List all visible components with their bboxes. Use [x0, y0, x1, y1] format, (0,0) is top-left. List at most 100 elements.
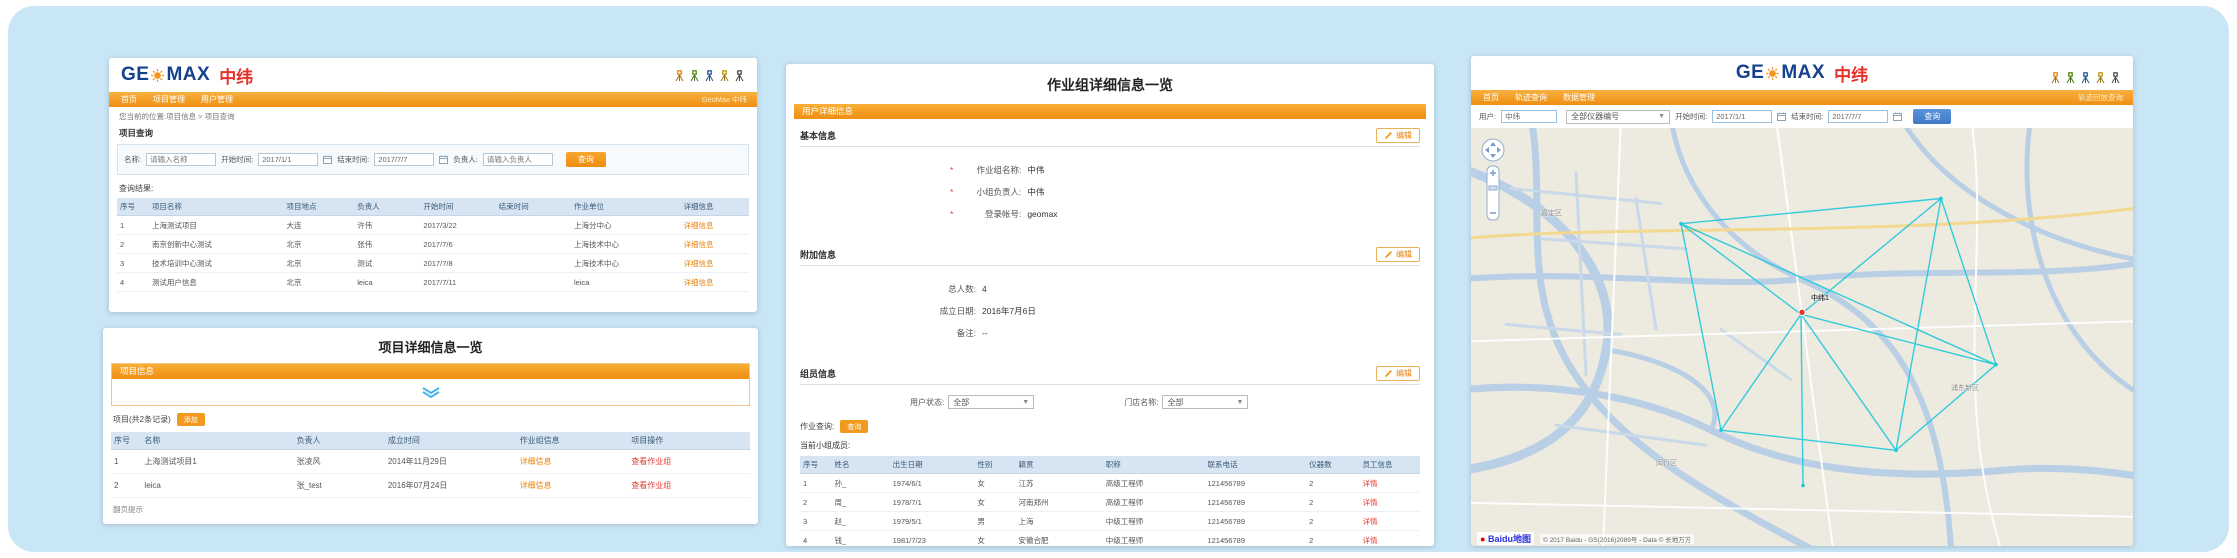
nav-item-track[interactable]: 轨迹查询	[1515, 92, 1547, 103]
required-mark: *	[950, 187, 953, 197]
track-marker[interactable]	[1799, 309, 1805, 315]
chevron-down-icon: ▼	[1237, 399, 1244, 406]
edit-label: 编辑	[1396, 130, 1412, 141]
main-nav: 首页 轨迹查询 数据管理 轨迹回放查询	[1471, 90, 2133, 105]
table-cell: 4	[800, 531, 831, 547]
edit-extra-button[interactable]: 编辑	[1376, 247, 1420, 262]
search-button[interactable]: 查询	[566, 152, 606, 167]
store-name-select[interactable]: 全部▼	[1162, 395, 1248, 409]
table-cell: 技术培训中心测试	[149, 254, 284, 273]
table-cell: 详情	[1359, 512, 1420, 531]
table-link[interactable]: 详情	[1362, 498, 1377, 507]
table-link[interactable]: 详情	[1362, 536, 1377, 545]
nav-item-projects[interactable]: 项目管理	[153, 94, 185, 105]
user-input[interactable]	[1501, 110, 1557, 123]
basic-fields: *作业组名称:中伟 *小组负责人:中伟 *登录帐号:geomax	[800, 147, 1420, 238]
table-cell: 江苏	[1016, 474, 1103, 493]
field-row: 备注:--	[910, 327, 1420, 339]
table-link[interactable]: 详细信息	[684, 221, 714, 230]
user-status-select[interactable]: 全部▼	[948, 395, 1034, 409]
table-link[interactable]: 详细信息	[684, 240, 714, 249]
nav-item-data[interactable]: 数据管理	[1563, 92, 1595, 103]
project-name-input[interactable]	[146, 153, 216, 166]
name-label: 名称:	[124, 154, 141, 165]
start-date-input[interactable]	[258, 153, 318, 166]
calendar-icon[interactable]	[323, 155, 332, 164]
instrument-icon	[2110, 71, 2121, 84]
zoom-slider-handle	[1489, 186, 1497, 190]
nav-item-home[interactable]: 首页	[121, 94, 137, 105]
record-count-line: 项目(共2条记录) 添加	[103, 406, 758, 429]
field-value: 中伟	[1027, 186, 1044, 198]
table-cell: 北京	[284, 254, 355, 273]
filter-label: 用户状态:	[910, 397, 944, 408]
table-row: 1孙_1974/6/1女江苏高级工程师1214567892详情	[800, 474, 1420, 493]
add-button[interactable]: 添加	[177, 413, 205, 426]
end-date-input[interactable]	[374, 153, 434, 166]
device-select[interactable]: 全部仪器编号▼	[1566, 110, 1670, 124]
panel-project-detail: 项目详细信息一览 项目信息 项目(共2条记录) 添加 序号名称负责人成立时间作业…	[103, 328, 758, 524]
section-header: 组员信息 编辑	[800, 366, 1420, 385]
chevron-down-icon[interactable]	[420, 387, 442, 398]
table-cell: 女	[974, 531, 1015, 547]
table-cell: 详情	[1359, 493, 1420, 512]
table-cell: 赵_	[831, 512, 889, 531]
table-cell: 1	[117, 216, 149, 235]
table-cell: 121456789	[1204, 512, 1306, 531]
edit-members-button[interactable]: 编辑	[1376, 366, 1420, 381]
table-link[interactable]: 查看作业组	[631, 457, 671, 466]
user-label: 用户:	[1479, 111, 1496, 122]
select-value: 全部仪器编号	[1571, 111, 1619, 122]
table-cell: 北京	[284, 235, 355, 254]
calendar-icon[interactable]	[1777, 112, 1786, 121]
table-link[interactable]: 详细信息	[520, 457, 552, 466]
table-cell: 1974/6/1	[890, 474, 975, 493]
owner-input[interactable]	[483, 153, 553, 166]
map-label: 浦东新区	[1951, 383, 1979, 393]
table-cell: 4	[117, 273, 149, 292]
record-count-text: 项目(共2条记录)	[113, 414, 171, 425]
table-cell: 2017/7/11	[420, 273, 495, 292]
table-link[interactable]: 详细信息	[684, 278, 714, 287]
start-date-input[interactable]	[1712, 110, 1772, 123]
table-cell: 张伟	[354, 235, 420, 254]
filter-group: 用户状态: 全部▼	[910, 395, 1034, 409]
calendar-icon[interactable]	[439, 155, 448, 164]
column-header: 作业组信息	[517, 432, 629, 450]
table-link[interactable]: 详情	[1362, 517, 1377, 526]
field-value: --	[982, 328, 988, 338]
table-link[interactable]: 详细信息	[520, 481, 552, 490]
baidu-logo-text: Baidu地图	[1488, 534, 1531, 544]
table-link[interactable]: 详情	[1362, 479, 1377, 488]
map-viewport[interactable]: 嘉定区 浦东新区 闵行区 中纬1 ● Baidu地	[1471, 128, 2133, 546]
results-label: 查询结果:	[109, 178, 757, 195]
table-cell: 中级工程师	[1103, 531, 1205, 547]
table-cell: 上海分中心	[571, 216, 681, 235]
edit-basic-button[interactable]: 编辑	[1376, 128, 1420, 143]
map-zoom-control[interactable]	[1481, 138, 1505, 229]
table-cell: 2	[117, 235, 149, 254]
column-header: 序号	[117, 198, 149, 216]
map-canvas	[1471, 128, 2133, 546]
end-date-input[interactable]	[1828, 110, 1888, 123]
nav-item-home[interactable]: 首页	[1483, 92, 1499, 103]
column-header: 籍贯	[1016, 456, 1103, 474]
calendar-icon[interactable]	[1893, 112, 1902, 121]
member-query-button[interactable]: 查询	[840, 420, 868, 433]
column-header: 负责人	[294, 432, 385, 450]
track-search-button[interactable]: 查询	[1913, 109, 1951, 124]
table-link[interactable]: 详细信息	[684, 259, 714, 268]
field-value: geomax	[1027, 209, 1057, 219]
query-row: 作业查询: 查询	[800, 413, 1420, 435]
table-cell: 测试用户信息	[149, 273, 284, 292]
nav-item-users[interactable]: 用户管理	[201, 94, 233, 105]
sun-icon	[151, 69, 164, 82]
edit-label: 编辑	[1396, 249, 1412, 260]
table-link[interactable]: 查看作业组	[631, 481, 671, 490]
table-cell: 2014年11月29日	[385, 450, 517, 474]
main-nav: 首页 项目管理 用户管理 GeoMax 中纬	[109, 92, 757, 107]
table-cell: 121456789	[1204, 531, 1306, 547]
table-cell	[496, 273, 571, 292]
table-cell: 高级工程师	[1103, 474, 1205, 493]
pencil-icon	[1384, 250, 1393, 259]
